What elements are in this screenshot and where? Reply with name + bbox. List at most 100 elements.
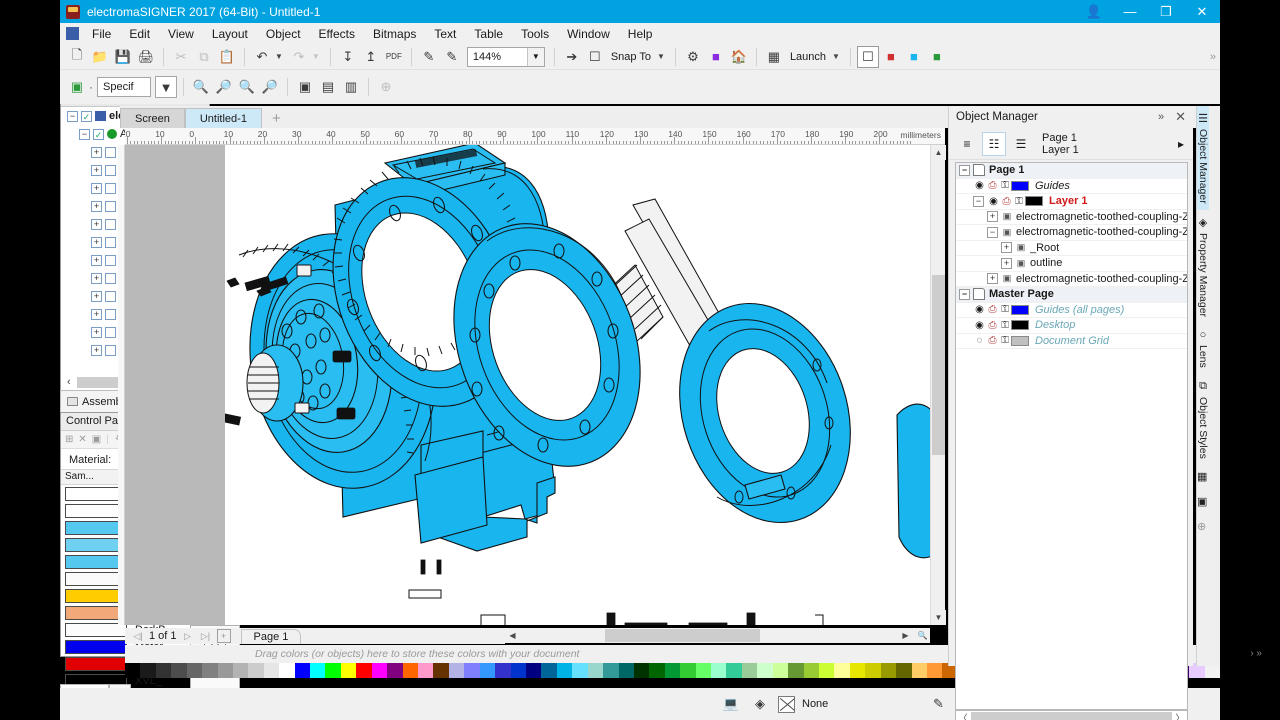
zoom-in-icon[interactable]: 🔍 bbox=[190, 76, 212, 98]
lock-icon[interactable]: ⚿ bbox=[999, 304, 1011, 315]
fullscreen-preview-icon[interactable]: ☐ bbox=[857, 46, 879, 68]
palette-color-swatch[interactable] bbox=[726, 663, 741, 678]
palette-color-swatch[interactable] bbox=[680, 663, 695, 678]
printer-icon[interactable]: ⎙ bbox=[986, 335, 999, 346]
palette-color-swatch[interactable] bbox=[187, 663, 202, 678]
toolbar-overflow-icon[interactable]: » bbox=[1206, 51, 1220, 63]
docker-flyout-icon[interactable]: ▸ bbox=[1169, 132, 1193, 156]
menu-table[interactable]: Table bbox=[465, 24, 512, 44]
expand-icon[interactable]: + bbox=[91, 201, 102, 212]
expand-icon[interactable]: + bbox=[91, 183, 102, 194]
eye-hidden-icon[interactable]: ◌ bbox=[973, 335, 986, 346]
palette-color-swatch[interactable] bbox=[449, 663, 464, 678]
collapse-icon[interactable]: − bbox=[959, 289, 970, 300]
palette-color-swatch[interactable] bbox=[819, 663, 834, 678]
palette-color-swatch[interactable] bbox=[125, 663, 140, 678]
expand-icon[interactable]: + bbox=[91, 219, 102, 230]
zoom-level-combo[interactable]: 144% ▼ bbox=[467, 47, 545, 67]
tab-welcome-screen[interactable]: Screen bbox=[120, 108, 185, 128]
checkbox-icon[interactable]: ✓ bbox=[93, 129, 104, 140]
object-tree-row[interactable]: +▣outline bbox=[956, 256, 1187, 272]
vtab-object-manager[interactable]: ☰ Object Manager bbox=[1197, 106, 1209, 210]
menu-layout[interactable]: Layout bbox=[203, 24, 257, 44]
minimize-button[interactable]: — bbox=[1112, 0, 1148, 23]
save-disk-icon[interactable]: 💾 bbox=[112, 46, 134, 68]
undo-icon[interactable]: ↶ bbox=[251, 46, 273, 68]
export-icon[interactable]: ↥ bbox=[360, 46, 382, 68]
expand-icon[interactable]: + bbox=[1001, 258, 1012, 269]
print-icon[interactable]: 🖨 bbox=[135, 46, 157, 68]
palette-color-swatch[interactable] bbox=[264, 663, 279, 678]
paste-icon[interactable]: 📋 bbox=[216, 46, 238, 68]
outline-spec-field[interactable]: Specif bbox=[97, 77, 151, 97]
menu-text[interactable]: Text bbox=[425, 24, 465, 44]
palette-color-swatch[interactable] bbox=[804, 663, 819, 678]
outline-style-icon[interactable]: ▣ bbox=[66, 76, 88, 98]
home-icon[interactable]: 🏠 bbox=[728, 46, 750, 68]
view-cube-red-icon[interactable]: ■ bbox=[880, 46, 902, 68]
launch-dropdown-icon[interactable]: ▼ bbox=[831, 52, 844, 61]
palette-color-swatch[interactable] bbox=[588, 663, 603, 678]
palette-color-swatch[interactable] bbox=[341, 663, 356, 678]
publish-to-pdf-icon[interactable]: PDF bbox=[383, 46, 405, 68]
canvas-vertical-scrollbar[interactable]: ▲ ▼ bbox=[930, 145, 945, 625]
scroll-right-button[interactable]: ▶ bbox=[898, 628, 913, 643]
first-page-button[interactable]: ◁| bbox=[131, 629, 145, 643]
checkbox-icon[interactable]: ✓ bbox=[81, 111, 92, 122]
undo-dropdown-icon[interactable]: ▼ bbox=[274, 52, 287, 61]
open-folder-icon[interactable]: 📁 bbox=[89, 46, 111, 68]
palette-color-swatch[interactable] bbox=[325, 663, 340, 678]
outline-pen-2-icon[interactable]: ✎ bbox=[441, 46, 463, 68]
palette-color-swatch[interactable] bbox=[649, 663, 664, 678]
object-tree-row[interactable]: ◌⎙⚿Document Grid bbox=[956, 334, 1187, 350]
eye-visible-icon[interactable]: ◉ bbox=[973, 320, 986, 331]
user-account-icon[interactable]: 👤 bbox=[1076, 0, 1112, 23]
checkbox-icon[interactable] bbox=[105, 201, 116, 212]
palette-color-swatch[interactable] bbox=[511, 663, 526, 678]
menu-bitmaps[interactable]: Bitmaps bbox=[364, 24, 425, 44]
next-page-button[interactable]: ▷ bbox=[181, 629, 195, 643]
eye-visible-icon[interactable]: ◉ bbox=[973, 180, 986, 191]
palette-color-swatch[interactable] bbox=[356, 663, 371, 678]
palette-color-swatch[interactable] bbox=[834, 663, 849, 678]
palette-color-swatch[interactable] bbox=[603, 663, 618, 678]
drawing-canvas[interactable]: 🔍 bbox=[225, 145, 945, 625]
scroll-left-button[interactable]: ◀ bbox=[505, 628, 520, 643]
vtab-color-styles[interactable]: ▣ bbox=[1197, 489, 1207, 514]
menu-view[interactable]: View bbox=[159, 24, 203, 44]
horizontal-scroll-thumb[interactable] bbox=[605, 629, 760, 642]
close-button[interactable]: ✕ bbox=[1184, 0, 1220, 23]
new-tab-button[interactable]: + bbox=[262, 108, 291, 128]
menu-object[interactable]: Object bbox=[257, 24, 310, 44]
palette-scroll-icon[interactable]: › » bbox=[1250, 648, 1262, 659]
view-cube-green-icon[interactable]: ■ bbox=[926, 46, 948, 68]
palette-color-swatch[interactable] bbox=[433, 663, 448, 678]
page-tab-page1[interactable]: Page 1 bbox=[241, 629, 302, 644]
snap-to-dropdown-icon[interactable]: ▼ bbox=[656, 52, 669, 61]
zoom-to-selected-icon[interactable]: 🔎 bbox=[259, 76, 281, 98]
edit-across-layers-icon[interactable]: ☷ bbox=[982, 132, 1006, 156]
palette-color-swatch[interactable] bbox=[295, 663, 310, 678]
menu-tools[interactable]: Tools bbox=[512, 24, 558, 44]
checkbox-icon[interactable] bbox=[105, 345, 116, 356]
show-object-properties-icon[interactable]: ≡ bbox=[955, 132, 979, 156]
checkbox-icon[interactable] bbox=[105, 165, 116, 176]
htrack-thumb[interactable] bbox=[971, 712, 1172, 720]
layer-color-swatch[interactable] bbox=[1011, 181, 1029, 191]
monitor-color-proof-icon[interactable]: 💻 bbox=[720, 693, 742, 715]
palette-color-swatch[interactable] bbox=[742, 663, 757, 678]
palette-color-swatch[interactable] bbox=[464, 663, 479, 678]
object-tree-hscrollbar[interactable]: 〈 〉 bbox=[955, 710, 1188, 720]
vtab-property-manager[interactable]: ◈ Property Manager bbox=[1197, 210, 1209, 323]
add-page-icon[interactable]: + bbox=[217, 629, 231, 643]
palette-color-swatch[interactable] bbox=[418, 663, 433, 678]
copy-icon[interactable]: ▣ bbox=[92, 434, 101, 445]
object-tree-row[interactable]: −Master Page bbox=[956, 287, 1187, 303]
view-cube-cyan-icon[interactable]: ■ bbox=[903, 46, 925, 68]
outline-pen-icon[interactable]: ✎ bbox=[927, 693, 949, 715]
vertical-ruler[interactable] bbox=[118, 145, 125, 625]
add-tool-icon[interactable]: ⊕ bbox=[375, 76, 397, 98]
palette-color-swatch[interactable] bbox=[912, 663, 927, 678]
collapse-icon[interactable]: − bbox=[959, 165, 970, 176]
canvas-horizontal-scrollbar[interactable]: ◀ ▶ 🔍 bbox=[505, 628, 930, 643]
